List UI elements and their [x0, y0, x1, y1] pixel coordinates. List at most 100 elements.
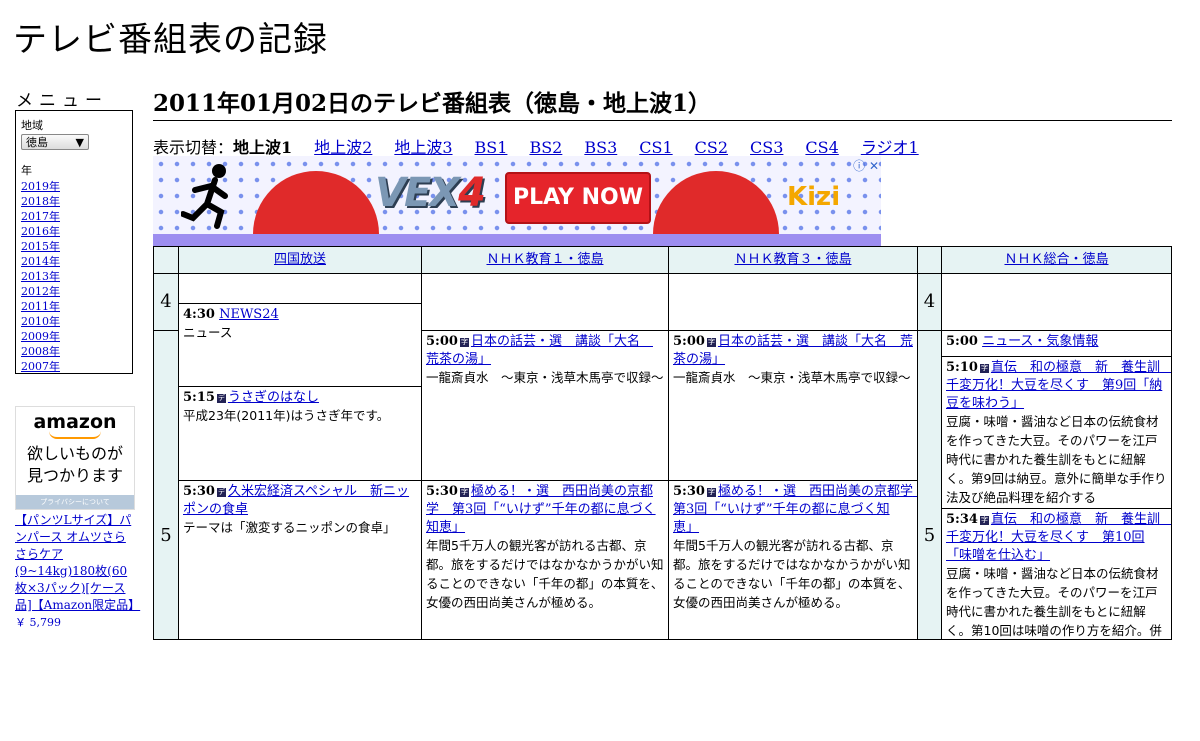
program-title-link[interactable]: NEWS24: [219, 307, 279, 322]
program-description: 年間5千万人の観光客が訪れる古都、京都。旅をするだけではなかなかうかがい知ること…: [673, 538, 911, 610]
year-link[interactable]: 2010年: [21, 314, 127, 329]
subtitle-icon: 字: [979, 516, 989, 525]
program-time: 5:30: [673, 484, 705, 499]
program-time: 5:15: [183, 390, 215, 405]
ad-choices-icon[interactable]: ⓘ ✕: [853, 157, 879, 174]
program-description: 一龍斎貞水 ～東京・浅草木馬亭で収録～: [673, 370, 911, 385]
menu-title: メニュー: [16, 91, 108, 111]
region-select-value: 徳島: [26, 136, 48, 149]
channel-header: ＮＨＫ教育３・徳島: [668, 246, 918, 274]
program-title-link[interactable]: ニュース・気象情報: [982, 334, 1098, 349]
view-switch-link[interactable]: CS2: [695, 138, 728, 157]
view-switch-link[interactable]: CS4: [805, 138, 838, 157]
program-cell: 5:10 字直伝 和の極意 新 養生訓 千変万化！大豆を尽くす 第9回「納豆を味わ…: [941, 356, 1172, 509]
amazon-tagline-1: 欲しいものが: [26, 444, 123, 463]
program-description: 平成23年(2011年)はうさぎ年です。: [183, 408, 390, 423]
view-switch-link[interactable]: BS1: [475, 138, 508, 157]
data-broadcast-icon: デ: [216, 488, 226, 497]
channel-header: ＮＨＫ総合・徳島: [941, 246, 1172, 274]
program-title-link[interactable]: うさぎのはなし: [228, 390, 319, 405]
program-cell: 5:30 字極める！・選 西田尚美の京都学 第3回「“いけず”千年の都に息づく知恵…: [668, 480, 918, 640]
amazon-logo: amazon: [33, 411, 117, 433]
amazon-ad[interactable]: amazon 欲しいものが 見つかります プライバシーについて: [15, 406, 135, 510]
year-label: 年: [21, 164, 32, 177]
year-link[interactable]: 2015年: [21, 239, 127, 254]
program-description: 一龍斎貞水 ～東京・浅草木馬亭で収録～: [426, 370, 664, 385]
year-link[interactable]: 2007年: [21, 359, 127, 374]
program-time: 5:00: [946, 334, 978, 349]
channel-link[interactable]: ＮＨＫ総合・徳島: [1004, 252, 1108, 267]
game-ad-banner[interactable]: VEX4 PLAY NOW Kizi ⓘ ✕: [153, 156, 881, 246]
subtitle-icon: 字: [459, 338, 469, 347]
subtitle-icon: 字: [979, 364, 989, 373]
program-time: 4:30: [183, 307, 215, 322]
data-broadcast-icon: デ: [216, 394, 226, 403]
program-time: 5:10: [946, 360, 978, 375]
program-cell: 5:00 ニュース・気象情報: [941, 330, 1172, 357]
amazon-product-price: ￥ 5,799: [15, 616, 61, 629]
view-switch-current: 地上波1: [233, 138, 293, 157]
view-switch-label: 表示切替：: [153, 138, 234, 157]
amazon-product: 【パンツLサイズ】パンパース オムツさらさらケア (9~14kg)180枚(60…: [15, 512, 140, 631]
empty-slot: [668, 273, 918, 331]
year-link[interactable]: 2012年: [21, 284, 127, 299]
banner-floor: [153, 234, 881, 246]
hour-label: 4: [917, 273, 942, 331]
empty-slot: [421, 273, 669, 331]
program-cell: 5:30 字極める！・選 西田尚美の京都学 第3回「“いけず”千年の都に息づく知恵…: [421, 480, 669, 640]
year-link[interactable]: 2018年: [21, 194, 127, 209]
view-switch-link[interactable]: 地上波3: [394, 138, 452, 157]
view-switch-link[interactable]: ラジオ1: [861, 138, 919, 157]
page-title: 2011年01月02日のテレビ番組表（徳島・地上波1）: [153, 84, 1172, 121]
year-link[interactable]: 2017年: [21, 209, 127, 224]
view-switch-link[interactable]: CS3: [750, 138, 783, 157]
channel-link[interactable]: ＮＨＫ教育３・徳島: [734, 252, 851, 267]
program-cell: 5:30 デ久米宏経済スペシャル 新ニッポンの食卓 テーマは「激変するニッポンの食…: [178, 480, 422, 640]
program-schedule: 4 5 4 5 四国放送 ＮＨＫ教育１・徳島 ＮＨＫ教育３・徳島 ＮＨＫ総合・徳…: [153, 246, 1172, 640]
program-description: 年間5千万人の観光客が訪れる古都、京都。旅をするだけではなかなかうかがい知ること…: [426, 538, 664, 610]
empty-slot: [941, 273, 1172, 331]
channel-header: 四国放送: [178, 246, 422, 274]
amazon-privacy-link[interactable]: プライバシーについて: [16, 495, 134, 509]
amazon-tagline-2: 見つかります: [26, 466, 123, 485]
program-description: 豆腐・味噌・醤油など日本の伝統食材を作ってきた大豆。そのパワーを江戸時代に書かれ…: [946, 414, 1167, 505]
hour-label: 5: [153, 330, 179, 640]
program-cell: 5:00 字日本の話芸・選 講談「大名 荒茶の湯」 一龍斎貞水 ～東京・浅草木馬亭…: [668, 330, 918, 481]
channel-link[interactable]: 四国放送: [274, 252, 326, 267]
program-cell: 5:00 字日本の話芸・選 講談「大名 荒茶の湯」 一龍斎貞水 ～東京・浅草木馬亭…: [421, 330, 669, 481]
dropdown-arrow-icon: ▼: [75, 135, 84, 149]
view-switch-link[interactable]: BS3: [584, 138, 617, 157]
region-select[interactable]: 徳島 ▼: [21, 134, 89, 150]
subtitle-icon: 字: [706, 338, 716, 347]
channel-header: ＮＨＫ教育１・徳島: [421, 246, 669, 274]
site-title: テレビ番組表の記録: [13, 20, 328, 60]
program-cell: 5:15 デうさぎのはなし 平成23年(2011年)はうさぎ年です。: [178, 386, 422, 481]
hour-column-header: [917, 246, 942, 274]
hour-column-header: [153, 246, 179, 274]
sidebar-menu: 地域 徳島 ▼ 年 2019年 2018年 2017年 2016年 2015年 2014年…: [15, 110, 133, 374]
year-link[interactable]: 2009年: [21, 329, 127, 344]
year-link[interactable]: 2008年: [21, 344, 127, 359]
year-link[interactable]: 2011年: [21, 299, 127, 314]
program-description: テーマは「激変するニッポンの食卓」: [183, 520, 396, 535]
year-list: 2019年 2018年 2017年 2016年 2015年 2014年 2013年 2012年…: [21, 179, 127, 374]
view-switch-link[interactable]: BS2: [529, 138, 562, 157]
view-switch-link[interactable]: CS1: [639, 138, 672, 157]
view-switch-link[interactable]: 地上波2: [314, 138, 372, 157]
amazon-product-link[interactable]: 【パンツLサイズ】パンパース オムツさらさらケア (9~14kg)180枚(60…: [15, 513, 140, 612]
kizi-logo: Kizi: [787, 182, 841, 212]
channel-link[interactable]: ＮＨＫ教育１・徳島: [486, 252, 603, 267]
year-link[interactable]: 2013年: [21, 269, 127, 284]
running-man-icon: [181, 164, 228, 229]
program-time: 5:30: [426, 484, 458, 499]
year-link[interactable]: 2016年: [21, 224, 127, 239]
hour-label: 4: [153, 273, 179, 331]
year-link[interactable]: 2019年: [21, 179, 127, 194]
program-time: 5:00: [426, 334, 458, 349]
program-time: 5:34: [946, 512, 978, 527]
year-link[interactable]: 2014年: [21, 254, 127, 269]
region-label: 地域: [21, 119, 43, 132]
vex-logo: VEX4: [375, 170, 486, 216]
program-cell: 4:30 NEWS24 ニュース: [178, 303, 422, 387]
play-now-button[interactable]: PLAY NOW: [505, 172, 651, 224]
